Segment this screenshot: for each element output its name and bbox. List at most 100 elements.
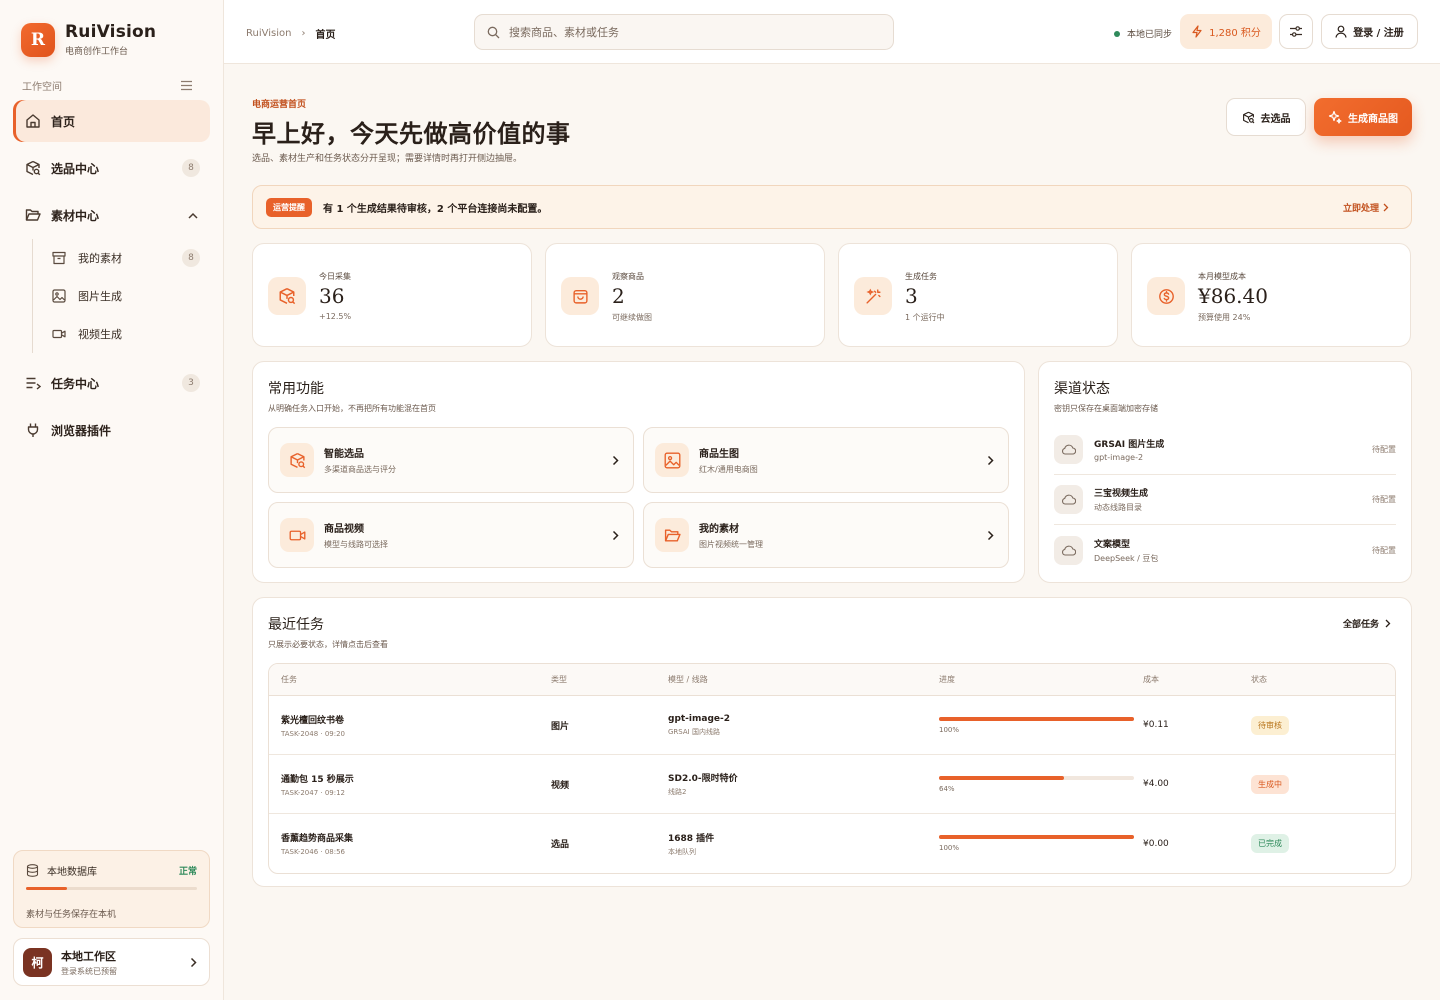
stat-note: 1 个运行中 (905, 313, 945, 322)
channel-desc: gpt-image-2 (1094, 453, 1144, 462)
magic-wand-icon (854, 277, 892, 315)
progress-fill (939, 835, 1134, 839)
task-route: 线路2 (668, 788, 687, 796)
sidebar-item-assets[interactable]: 素材中心 (13, 194, 210, 236)
page-title: 早上好，今天先做高价值的事 (252, 119, 571, 148)
task-name: 通勤包 15 秒展示 (281, 774, 354, 785)
search-input[interactable] (509, 25, 869, 39)
sidebar-item-label: 图片生成 (78, 290, 122, 303)
brand-subtitle: 电商创作工作台 (65, 47, 129, 57)
card-title: 渠道状态 (1054, 381, 1110, 397)
table-row[interactable]: 通勤包 15 秒展示 TASK-2047 · 09:12 视频 SD2.0-限时… (269, 755, 1395, 814)
progress-label: 100% (939, 725, 960, 734)
archive-icon (52, 251, 66, 265)
stat-label: 本月模型成本 (1198, 272, 1246, 281)
column-header: 任务 (281, 675, 297, 684)
menu-icon[interactable] (180, 80, 193, 91)
brand[interactable]: R RuiVision 电商创作工作台 (0, 0, 223, 64)
channel-name: GRSAI 图片生成 (1094, 440, 1165, 450)
channel-item[interactable]: 三宝视频生成 动态线路目录 待配置 (1054, 475, 1396, 525)
status-badge: 已完成 (1251, 834, 1289, 853)
channel-name: 三宝视频生成 (1094, 489, 1149, 499)
video-icon (52, 327, 66, 341)
function-my-assets[interactable]: 我的素材 图片视频统一管理 (643, 502, 1009, 568)
progress-fill (939, 775, 1064, 780)
sidebar-item-label: 选品中心 (51, 161, 100, 176)
points-label: 1,280 积分 (1209, 28, 1261, 39)
stat-card-collected[interactable]: 今日采集 36 +12.5% (252, 243, 532, 347)
points-button[interactable]: 1,280 积分 (1180, 14, 1272, 49)
chevron-right-icon (1383, 203, 1389, 212)
channel-item[interactable]: GRSAI 图片生成 gpt-image-2 待配置 (1054, 425, 1396, 475)
sidebar-item-label: 素材中心 (51, 208, 100, 223)
status-badge: 待审核 (1251, 715, 1289, 735)
progress-bar (939, 716, 1134, 721)
progress-label: 100% (939, 844, 960, 852)
sidebar-item-selection[interactable]: 选品中心 8 (13, 147, 210, 189)
stat-card-watched[interactable]: 观察商品 2 可继续做图 (545, 243, 825, 347)
sidebar-item-my-assets[interactable]: 我的素材 8 (52, 239, 210, 277)
function-product-image[interactable]: 商品生图 红木/通用电商图 (643, 427, 1009, 493)
image-icon (52, 289, 66, 303)
all-tasks-link[interactable]: 全部任务 (1343, 617, 1391, 630)
generate-product-image-button[interactable]: 生成商品图 (1314, 98, 1412, 136)
channel-desc: DeepSeek / 豆包 (1094, 553, 1159, 563)
local-db-card: 本地数据库 正常 素材与任务保存在本机 (13, 850, 210, 928)
search-box[interactable] (474, 14, 894, 50)
task-type: 图片 (551, 721, 570, 732)
sidebar-item-tasks[interactable]: 任务中心 3 (13, 362, 210, 404)
go-selection-button[interactable]: 去选品 (1226, 98, 1306, 136)
sidebar-item-image-gen[interactable]: 图片生成 (52, 277, 210, 315)
cloud-icon (1054, 535, 1083, 565)
function-name: 我的素材 (699, 524, 739, 535)
sidebar-item-home[interactable]: 首页 (13, 100, 210, 142)
stat-value: ¥86.40 (1198, 284, 1268, 308)
breadcrumb-root[interactable]: RuiVision (246, 28, 291, 39)
chevron-right-icon (987, 530, 994, 541)
function-product-video[interactable]: 商品视频 模型与线路可选择 (268, 502, 634, 568)
package-search-icon (280, 443, 314, 477)
table-row[interactable]: 香薰趋势商品采集 TASK-2046 · 08:56 选品 1688 插件 本地… (269, 814, 1395, 873)
user-icon (1335, 25, 1347, 38)
dollar-circle-icon (1147, 277, 1185, 315)
stat-card-tasks[interactable]: 生成任务 3 1 个运行中 (838, 243, 1118, 347)
table-row[interactable]: 紫光檀回纹书卷 TASK-2048 · 09:20 图片 gpt-image-2… (269, 696, 1395, 755)
alert-action-link[interactable]: 立即处理 (1343, 201, 1389, 214)
sync-status: 本地已同步 (1114, 27, 1172, 40)
card-subtitle: 只展示必要状态，详情点击后查看 (268, 640, 388, 649)
alert-tag: 运营提醒 (266, 197, 312, 217)
sidebar-item-plugin[interactable]: 浏览器插件 (13, 409, 210, 451)
column-header: 进度 (939, 675, 955, 684)
task-cost: ¥0.11 (1143, 720, 1169, 730)
chevron-right-icon (190, 957, 197, 968)
alert-action-label: 立即处理 (1342, 203, 1379, 214)
task-cost: ¥0.00 (1143, 838, 1169, 849)
task-model: SD2.0-限时特价 (668, 774, 738, 784)
stat-card-cost[interactable]: 本月模型成本 ¥86.40 预算使用 24% (1131, 243, 1411, 347)
card-title: 最近任务 (268, 617, 324, 633)
sidebar-item-label: 视频生成 (78, 328, 122, 341)
lightning-icon (1191, 25, 1203, 38)
card-title: 常用功能 (268, 381, 324, 397)
function-smart-selection[interactable]: 智能选品 多渠道商品选与评分 (268, 427, 634, 493)
cloud-icon (1054, 435, 1083, 464)
channel-item[interactable]: 文案模型 DeepSeek / 豆包 待配置 (1054, 525, 1396, 575)
settings-sliders-button[interactable] (1279, 14, 1313, 49)
channel-status: 待配置 (1372, 545, 1396, 555)
sync-text: 本地已同步 (1127, 30, 1173, 40)
image-icon (655, 443, 689, 477)
database-icon (26, 864, 39, 877)
package-search-icon (25, 160, 41, 176)
workspace-user-card[interactable]: 柯 本地工作区 登录系统已预留 (13, 938, 210, 986)
stat-label: 观察商品 (612, 272, 644, 281)
chevron-right-icon (1385, 619, 1391, 628)
stat-value: 36 (319, 284, 345, 308)
topbar: RuiVision › 首页 本地已同步 1,280 积分 (224, 0, 1440, 64)
login-button[interactable]: 登录 / 注册 (1321, 14, 1418, 49)
task-type: 视频 (551, 780, 570, 791)
progress-fill (939, 716, 1134, 721)
sidebar-item-video-gen[interactable]: 视频生成 (52, 315, 210, 353)
function-desc: 红木/通用电商图 (699, 465, 758, 474)
channel-desc: 动态线路目录 (1094, 503, 1142, 512)
column-header: 成本 (1143, 675, 1159, 684)
